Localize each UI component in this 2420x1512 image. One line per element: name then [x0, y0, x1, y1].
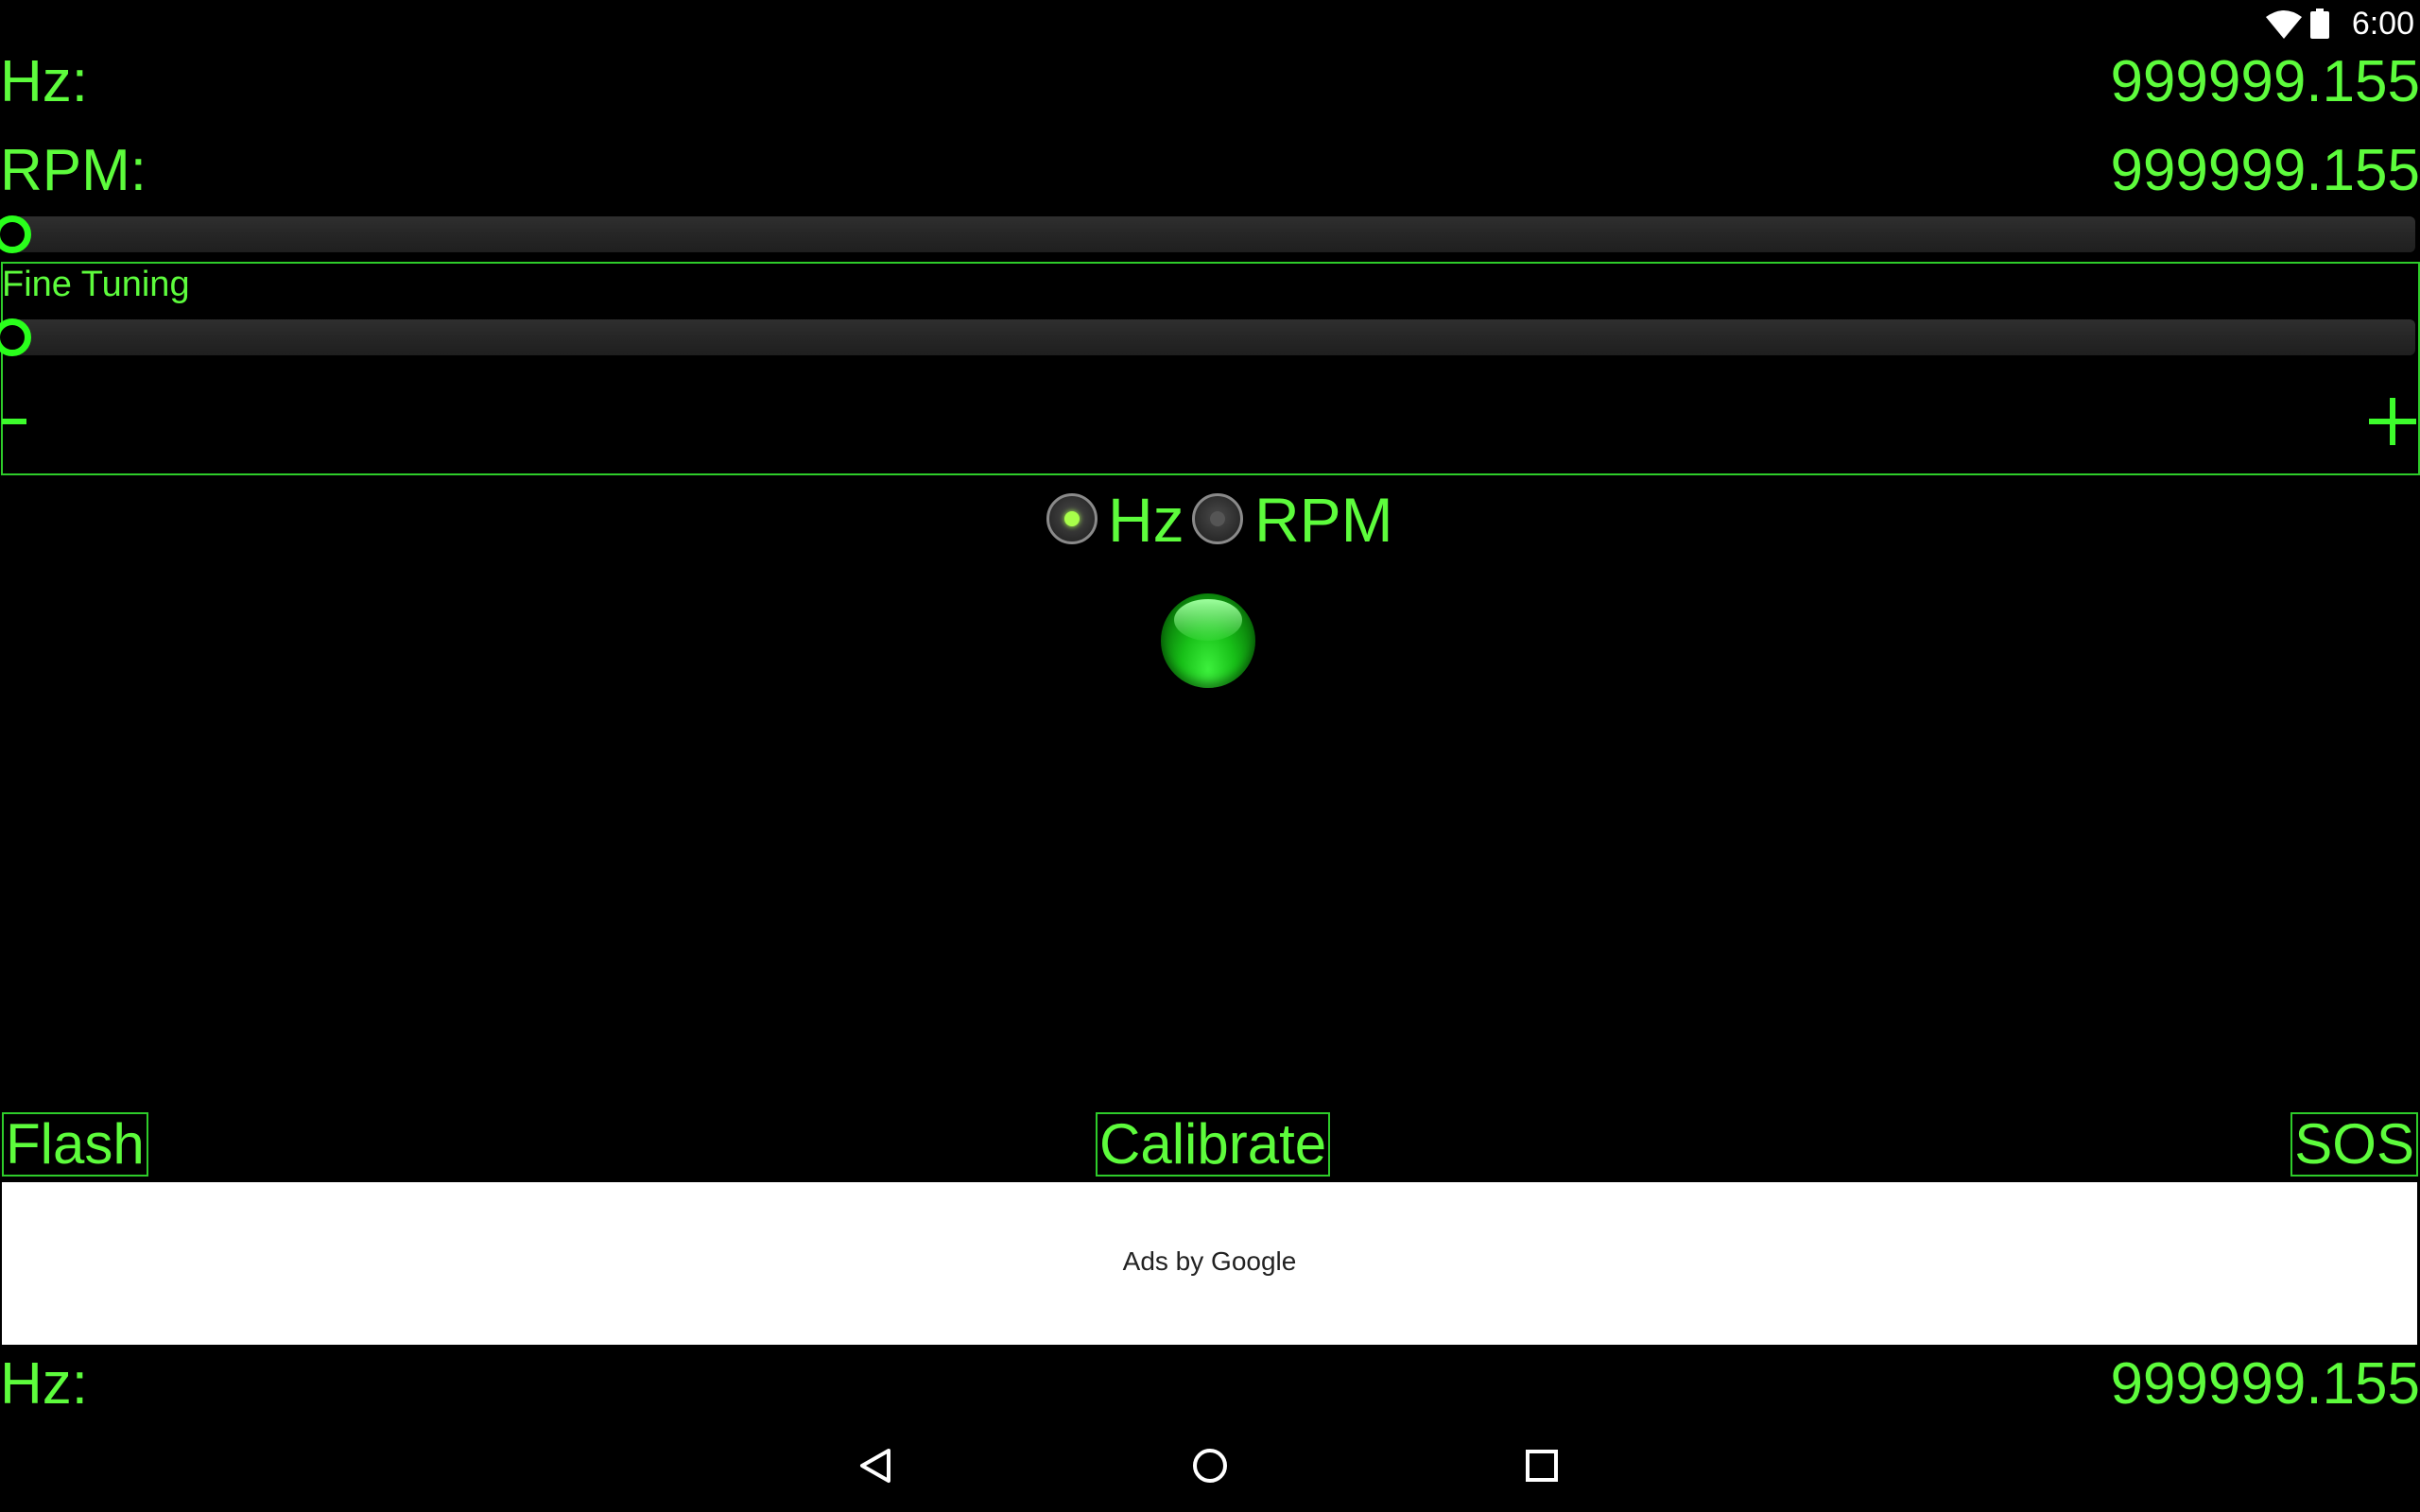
footer-hz-value: 999999.155: [2110, 1351, 2420, 1417]
battery-icon: [2310, 9, 2329, 39]
fine-tuning-panel: [1, 262, 2420, 475]
rpm-value: 999999.155: [2110, 138, 2420, 203]
rpm-label: RPM:: [0, 138, 147, 203]
status-clock: 6:00: [2351, 6, 2414, 42]
hz-radio-label[interactable]: Hz: [1108, 484, 1184, 556]
home-icon[interactable]: [1187, 1443, 1233, 1488]
rpm-radio-button[interactable]: [1192, 493, 1243, 544]
recents-icon[interactable]: [1519, 1443, 1564, 1488]
ad-banner[interactable]: Ads by Google: [2, 1182, 2417, 1345]
hz-radio-button[interactable]: [1046, 493, 1098, 544]
hz-label: Hz:: [0, 49, 88, 114]
footer-hz-label: Hz:: [0, 1351, 88, 1417]
green-led-icon[interactable]: [1161, 593, 1255, 688]
navigation-bar: [0, 1422, 2420, 1512]
sos-button[interactable]: SOS: [2290, 1112, 2418, 1177]
back-icon[interactable]: [855, 1443, 900, 1488]
hz-value: 999999.155: [2110, 49, 2420, 114]
rpm-radio-label[interactable]: RPM: [1254, 484, 1393, 556]
flash-button[interactable]: Flash: [2, 1112, 148, 1177]
plus-icon[interactable]: [2369, 392, 2416, 449]
minus-icon[interactable]: [2, 392, 26, 449]
wifi-icon: [2266, 10, 2302, 39]
status-bar: 6:00: [0, 0, 2420, 49]
ad-text: Ads by Google: [1122, 1246, 1297, 1276]
frequency-slider-track[interactable]: [9, 216, 2415, 252]
calibrate-button[interactable]: Calibrate: [1096, 1112, 1331, 1177]
fine-tuning-label: Fine Tuning: [2, 265, 190, 304]
fine-tuning-slider-track[interactable]: [9, 319, 2415, 355]
